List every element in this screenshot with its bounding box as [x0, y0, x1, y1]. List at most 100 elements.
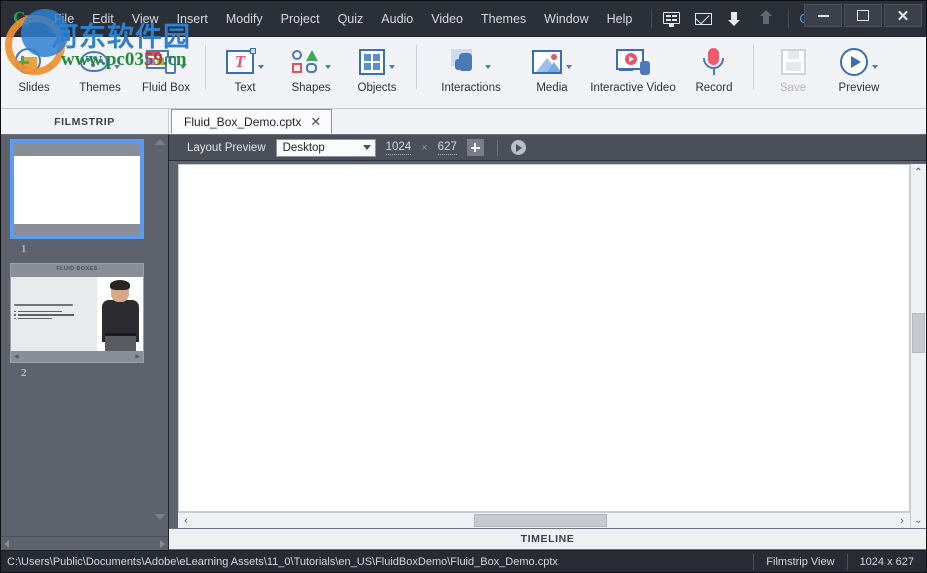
tab-filmstrip[interactable]: FILMSTRIP: [1, 109, 169, 134]
menu-item-quiz[interactable]: Quiz: [329, 8, 373, 30]
menu-divider-2: [788, 9, 790, 28]
preview-play-icon[interactable]: [510, 140, 526, 155]
mail-icon[interactable]: [694, 10, 714, 28]
menu-item-view[interactable]: View: [123, 8, 168, 30]
menu-item-video[interactable]: Video: [422, 8, 472, 30]
close-icon[interactable]: ✕: [310, 115, 321, 128]
menu-item-project[interactable]: Project: [272, 8, 329, 30]
filmstrip-horizontal-scrollbar[interactable]: [1, 536, 168, 550]
menu-item-insert[interactable]: Insert: [168, 8, 217, 30]
status-view-mode[interactable]: Filmstrip View: [754, 556, 846, 568]
scroll-right-icon[interactable]: ›: [894, 513, 910, 529]
slide-number: 1: [21, 243, 27, 255]
chevron-down-icon[interactable]: [872, 65, 878, 69]
menu-divider-1: [651, 9, 653, 28]
ribbon-button-themes[interactable]: Themes: [67, 43, 133, 105]
ribbon-button-interactive-video[interactable]: Interactive Video: [585, 43, 681, 105]
monitor-icon[interactable]: [662, 10, 682, 28]
ribbon-label-interactive-video: Interactive Video: [590, 82, 676, 94]
layout-preview-bar: Layout Preview Desktop 1024 × 627: [169, 135, 926, 161]
status-file-path: C:\Users\Public\Documents\Adobe\eLearnin…: [7, 555, 558, 568]
timeline-panel-header[interactable]: TIMELINE: [169, 528, 926, 550]
filmstrip-scroll-down-icon[interactable]: [154, 512, 166, 522]
scroll-up-icon[interactable]: ⌃: [911, 164, 927, 180]
ribbon-button-objects[interactable]: Objects: [344, 43, 410, 105]
scroll-left-icon[interactable]: ‹: [178, 513, 194, 529]
media-icon: [532, 50, 562, 74]
height-input[interactable]: 627: [437, 141, 457, 155]
ribbon-divider-3: [753, 45, 754, 89]
tab-strip: FILMSTRIP Fluid_Box_Demo.cptx ✕: [1, 109, 926, 135]
ribbon-button-media[interactable]: Media: [519, 43, 585, 105]
save-icon: [780, 49, 806, 75]
ribbon-label-preview: Preview: [838, 82, 880, 94]
add-breakpoint-icon[interactable]: [466, 139, 484, 156]
menu-item-edit[interactable]: Edit: [83, 8, 123, 30]
slide-canvas[interactable]: [178, 164, 910, 512]
ribbon-group-objects: T Text Shapes Objects: [212, 43, 410, 105]
slide-bullet: [14, 314, 94, 316]
device-select-value: Desktop: [282, 141, 325, 154]
slide-thumbnail-2[interactable]: FLUID BOXES ◀ ▶: [10, 263, 144, 363]
filmstrip-panel: 1 FLUID BOXES ◀ ▶ 2: [1, 135, 169, 550]
filmstrip-scroll-area[interactable]: 1 FLUID BOXES ◀ ▶ 2: [1, 135, 168, 536]
chevron-down-icon[interactable]: [566, 65, 572, 69]
h-scroll-thumb[interactable]: [474, 513, 607, 527]
download-arrow-icon[interactable]: [726, 10, 746, 28]
menu-item-audio[interactable]: Audio: [372, 8, 422, 30]
ribbon-button-fluid-box[interactable]: Fluid Box: [133, 43, 199, 105]
slide-nav-next-icon: ▶: [135, 354, 140, 360]
ribbon-button-preview[interactable]: Preview: [826, 43, 892, 105]
canvas-vertical-scrollbar[interactable]: ⌃ ⌄: [910, 164, 926, 528]
menu-item-modify[interactable]: Modify: [217, 8, 272, 30]
chevron-down-icon[interactable]: [258, 65, 264, 69]
slide-thumbnail-1[interactable]: [10, 139, 144, 239]
layout-bar-divider: [496, 139, 498, 156]
chevron-down-icon[interactable]: [485, 65, 491, 69]
chevron-down-icon: [362, 145, 371, 150]
slide-bullet: [14, 317, 94, 320]
list-item[interactable]: 1: [1, 139, 168, 255]
status-bar: C:\Users\Public\Documents\Adobe\eLearnin…: [1, 550, 926, 572]
ribbon-button-slides[interactable]: Slides: [1, 43, 67, 105]
canvas-horizontal-scrollbar[interactable]: ‹ ›: [178, 512, 910, 528]
width-input[interactable]: 1024: [385, 141, 412, 155]
chevron-down-icon[interactable]: [114, 65, 120, 69]
chevron-down-icon[interactable]: [47, 65, 53, 69]
h-scroll-track[interactable]: [194, 513, 894, 529]
chevron-down-icon[interactable]: [180, 65, 186, 69]
ribbon-button-interactions[interactable]: Interactions: [423, 43, 519, 105]
tab-document[interactable]: Fluid_Box_Demo.cptx ✕: [171, 109, 333, 134]
slide-body: [11, 277, 143, 351]
device-select[interactable]: Desktop: [275, 138, 376, 157]
ribbon-button-text[interactable]: T Text: [212, 43, 278, 105]
v-scroll-track[interactable]: [911, 180, 927, 512]
maximize-button[interactable]: [844, 4, 882, 27]
menu-item-window[interactable]: Window: [535, 8, 597, 30]
scroll-left-icon: [4, 539, 9, 548]
chevron-down-icon[interactable]: [325, 65, 331, 69]
ribbon-label-save: Save: [779, 82, 807, 94]
v-scroll-thumb[interactable]: [911, 312, 925, 353]
ribbon-divider-2: [416, 45, 417, 89]
tab-document-label: Fluid_Box_Demo.cptx: [184, 114, 302, 129]
minimize-button[interactable]: [804, 4, 842, 27]
slide-footer-bar: ◀ ▶: [11, 351, 143, 362]
workspace-body: 1 FLUID BOXES ◀ ▶ 2 Layout Preview Deskt…: [1, 135, 926, 550]
filmstrip-scroll-up-icon[interactable]: [154, 137, 166, 147]
slide-footer-bar: [14, 224, 140, 235]
ribbon-button-record[interactable]: Record: [681, 43, 747, 105]
ribbon-group-media: Interactions Media Interactive Video Rec…: [423, 43, 747, 105]
slide-bullet: [14, 310, 94, 313]
menu-items: File Edit View Insert Modify Project Qui…: [45, 8, 641, 30]
ribbon-button-shapes[interactable]: Shapes: [278, 43, 344, 105]
app-logo: Cp: [5, 4, 45, 34]
menu-item-help[interactable]: Help: [598, 8, 642, 30]
scroll-down-icon[interactable]: ⌄: [911, 512, 927, 528]
captivate-window: Cp File Edit View Insert Modify Project …: [0, 0, 927, 573]
list-item[interactable]: FLUID BOXES ◀ ▶ 2: [1, 263, 168, 379]
menu-item-themes[interactable]: Themes: [472, 8, 535, 30]
chevron-down-icon[interactable]: [389, 65, 395, 69]
close-button[interactable]: ✕: [884, 4, 922, 27]
menu-item-file[interactable]: File: [45, 8, 83, 30]
